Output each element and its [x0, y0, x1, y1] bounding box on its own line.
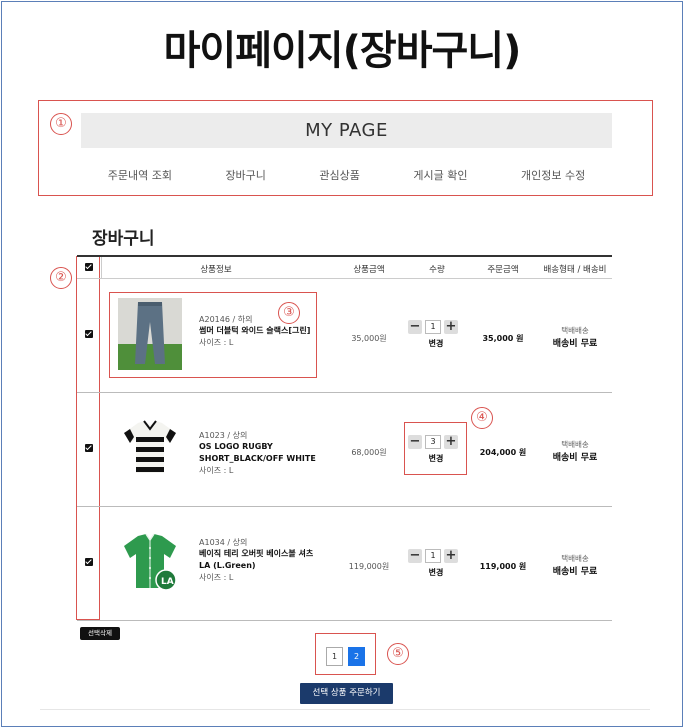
quantity-input[interactable]: 1: [425, 320, 441, 334]
shipping-fee: 배송비 무료: [552, 339, 598, 349]
header-total: 주문금액: [487, 265, 519, 275]
shipping-info: 택배배송 배송비 무료: [535, 439, 615, 463]
annotation-marker-3: ③: [278, 302, 300, 324]
header-shipping: 배송형태 / 배송비: [543, 265, 607, 275]
shipping-type: 택배배송: [561, 440, 589, 449]
product-info: A1023 / 상의 OS LOGO RUGBY SHORT_BLACK/OFF…: [199, 430, 319, 476]
shipping-type: 택배배송: [561, 554, 589, 563]
mypage-title: MY PAGE: [81, 113, 612, 148]
shipping-info: 택배배송 배송비 무료: [535, 553, 615, 577]
order-total: 204,000 원: [479, 448, 527, 457]
baseball-shirt-icon[interactable]: LA: [118, 530, 182, 596]
quantity-stepper: − 1 +: [408, 549, 458, 563]
quantity-change-button[interactable]: 변경: [406, 338, 466, 349]
minus-icon[interactable]: −: [408, 549, 422, 563]
product-info: A1034 / 상의 베이직 테리 오버핏 베이스볼 셔츠 LA (L.Gree…: [199, 537, 317, 583]
quantity-input[interactable]: 1: [425, 549, 441, 563]
row-checkbox[interactable]: [85, 558, 93, 566]
order-total: 35,000 원: [482, 334, 524, 343]
minus-icon[interactable]: −: [408, 320, 422, 334]
shipping-type: 택배배송: [561, 326, 589, 335]
product-size: 사이즈 : L: [199, 573, 234, 582]
page-headline: 마이페이지(장바구니): [163, 28, 522, 74]
shipping-fee: 배송비 무료: [552, 567, 598, 577]
page-button-active[interactable]: 2: [348, 647, 365, 666]
shipping-fee: 배송비 무료: [552, 453, 598, 463]
quantity-stepper: − 1 +: [408, 320, 458, 334]
select-all-checkbox[interactable]: [85, 263, 93, 271]
cart-row: LA A1034 / 상의 베이직 테리 오버핏 베이스볼 셔츠 LA (L.G…: [77, 507, 612, 621]
quantity-change-button[interactable]: 변경: [406, 567, 466, 578]
plus-icon[interactable]: +: [444, 320, 458, 334]
mypage-nav: 주문내역 조회 장바구니 관심상품 게시글 확인 개인정보 수정: [81, 167, 612, 183]
annotation-marker-5: ⑤: [387, 643, 409, 665]
order-selected-button[interactable]: 선택 상품 주문하기: [300, 683, 393, 704]
plus-icon[interactable]: +: [444, 549, 458, 563]
product-code: A1034 / 상의: [199, 538, 248, 547]
delete-selected-button[interactable]: 선택삭제: [80, 627, 120, 640]
product-price: 68,000원: [351, 448, 387, 457]
order-total: 119,000 원: [479, 562, 527, 571]
svg-text:LA: LA: [161, 577, 174, 587]
shipping-info: 택배배송 배송비 무료: [535, 325, 615, 349]
nav-cart[interactable]: 장바구니: [225, 167, 265, 183]
product-name[interactable]: OS LOGO RUGBY SHORT_BLACK/OFF WHITE: [199, 441, 319, 465]
product-size: 사이즈 : L: [199, 466, 234, 475]
product-code: A1023 / 상의: [199, 431, 248, 440]
nav-posts[interactable]: 게시글 확인: [413, 167, 467, 183]
cart-row: A1023 / 상의 OS LOGO RUGBY SHORT_BLACK/OFF…: [77, 393, 612, 507]
header-price: 상품금액: [353, 265, 385, 275]
product-price: 35,000원: [351, 334, 387, 343]
cart-table-header: 상품정보 상품금액 수량 주문금액 배송형태 / 배송비: [77, 255, 612, 279]
header-qty: 수량: [429, 265, 445, 275]
product-price: 119,000원: [348, 562, 390, 571]
product-name[interactable]: 베이직 테리 오버핏 베이스볼 셔츠 LA (L.Green): [199, 548, 317, 572]
footer-divider: [40, 709, 650, 710]
annotation-marker-4: ④: [471, 407, 493, 429]
annotation-marker-1: ①: [50, 113, 72, 135]
row-checkbox[interactable]: [85, 330, 93, 338]
header-product: 상품정보: [200, 265, 232, 275]
nav-wishlist[interactable]: 관심상품: [319, 167, 359, 183]
row-checkbox[interactable]: [85, 444, 93, 452]
cart-title: 장바구니: [92, 229, 155, 249]
annotation-marker-2: ②: [50, 267, 72, 289]
nav-order-history[interactable]: 주문내역 조회: [108, 167, 172, 183]
page-button[interactable]: 1: [326, 647, 343, 666]
annotation-box-4: [404, 422, 467, 475]
pagination: 1 2: [326, 647, 365, 666]
nav-profile-edit[interactable]: 개인정보 수정: [521, 167, 585, 183]
striped-shirt-icon[interactable]: [118, 415, 182, 481]
